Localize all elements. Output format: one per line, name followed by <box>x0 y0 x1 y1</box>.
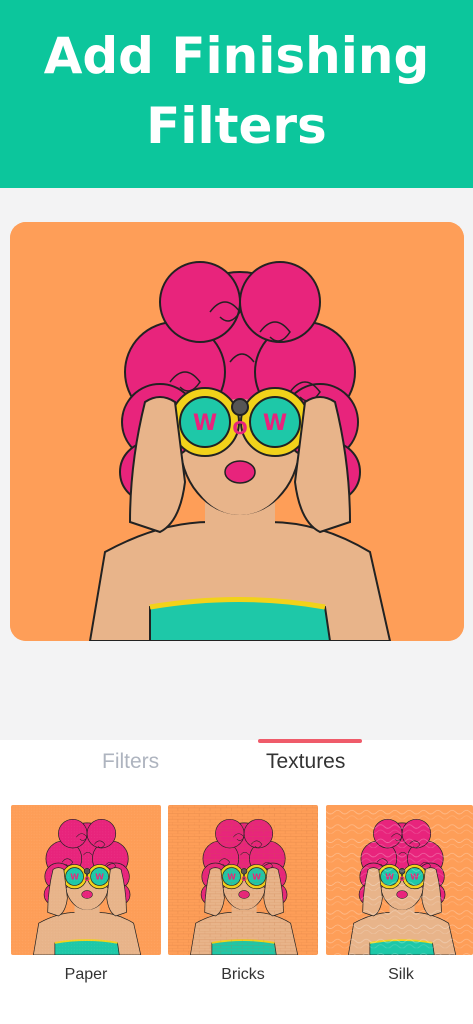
texture-thumb-silk[interactable] <box>326 805 473 955</box>
tab-filters[interactable]: Filters <box>102 750 159 774</box>
texture-label-bricks: Bricks <box>221 966 265 983</box>
headline-line-1: Add Finishing <box>43 27 430 85</box>
headline-banner: Add Finishing Filters <box>0 0 473 188</box>
texture-thumb-paper[interactable] <box>11 805 161 955</box>
main-preview-image <box>10 222 464 641</box>
preview-canvas <box>0 188 473 740</box>
tab-textures[interactable]: Textures <box>266 750 345 774</box>
headline-line-2: Filters <box>146 97 327 155</box>
texture-thumb-bricks[interactable] <box>168 805 318 955</box>
active-tab-indicator <box>258 739 362 743</box>
texture-label-paper: Paper <box>64 966 108 983</box>
texture-label-silk: Silk <box>388 966 414 983</box>
